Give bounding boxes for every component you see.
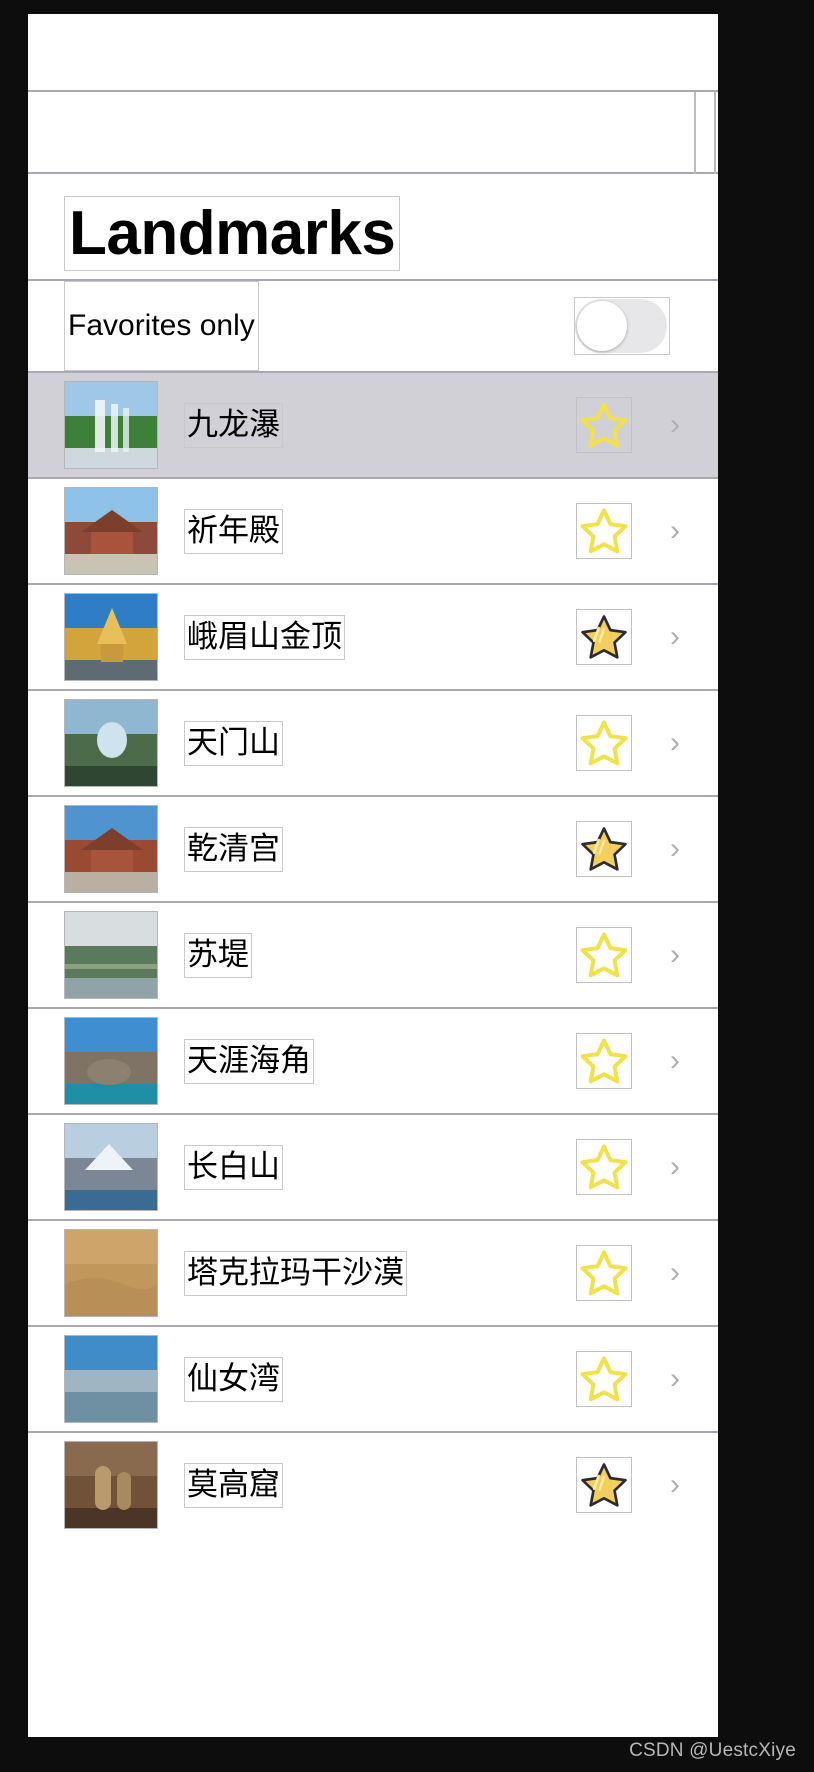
star-outline-icon[interactable]	[576, 1139, 632, 1196]
list-item[interactable]: 长白山 ›	[28, 1113, 718, 1220]
landmark-name: 仙女湾	[184, 1356, 283, 1402]
list-item[interactable]: 乾清宫 ›	[28, 795, 718, 902]
chevron-right-icon: ›	[670, 1150, 680, 1184]
landmark-name: 莫高窟	[184, 1462, 283, 1508]
landmark-name: 祈年殿	[184, 508, 283, 554]
star-outline-icon[interactable]	[576, 927, 632, 984]
star-outline-icon[interactable]	[576, 715, 632, 772]
list-item[interactable]: 塔克拉玛干沙漠 ›	[28, 1219, 718, 1326]
star-outline-icon[interactable]	[576, 397, 632, 454]
landmark-thumbnail	[64, 1017, 158, 1106]
landmark-thumbnail	[64, 593, 158, 682]
landmark-thumbnail	[64, 381, 158, 470]
landmark-thumbnail	[64, 699, 158, 788]
toggle-track	[575, 299, 667, 354]
star-outline-icon[interactable]	[576, 1245, 632, 1302]
page-title: Landmarks	[64, 196, 401, 272]
list-item[interactable]: 天涯海角 ›	[28, 1007, 718, 1114]
status-bar	[28, 14, 718, 92]
scroll-indicator[interactable]	[714, 92, 716, 174]
star-outline-icon[interactable]	[576, 1033, 632, 1090]
favorites-only-label: Favorites only	[64, 281, 259, 372]
app-window: Landmarks Favorites only 九龙瀑 › 祈年殿 › 峨眉山金顶 › 天…	[28, 14, 718, 1737]
landmark-thumbnail	[64, 1441, 158, 1530]
list-item[interactable]: 九龙瀑 ›	[28, 371, 718, 478]
landmark-name: 乾清宫	[184, 826, 283, 872]
navigation-bar	[28, 92, 718, 174]
chevron-right-icon: ›	[670, 1044, 680, 1078]
list-item[interactable]: 天门山 ›	[28, 689, 718, 796]
chevron-right-icon: ›	[670, 832, 680, 866]
landmark-thumbnail	[64, 1335, 158, 1424]
landmark-name: 峨眉山金顶	[184, 614, 345, 660]
landmark-name: 天门山	[184, 720, 283, 766]
landmark-thumbnail	[64, 1229, 158, 1318]
landmark-name: 苏堤	[184, 932, 252, 978]
landmark-name: 长白山	[184, 1144, 283, 1190]
landmark-thumbnail	[64, 911, 158, 1000]
list-item[interactable]: 祈年殿 ›	[28, 477, 718, 584]
nav-bar-divider	[694, 92, 696, 174]
list-item[interactable]: 莫高窟 ›	[28, 1431, 718, 1538]
list-item[interactable]: 仙女湾 ›	[28, 1325, 718, 1432]
chevron-right-icon: ›	[670, 1256, 680, 1290]
list-item[interactable]: 苏堤 ›	[28, 901, 718, 1008]
list-item[interactable]: 峨眉山金顶 ›	[28, 583, 718, 690]
favorites-only-toggle[interactable]	[574, 297, 670, 356]
favorites-filter-row[interactable]: Favorites only	[28, 279, 718, 372]
chevron-right-icon: ›	[670, 620, 680, 654]
star-outline-icon[interactable]	[576, 1351, 632, 1408]
landmark-thumbnail	[64, 487, 158, 576]
chevron-right-icon: ›	[670, 938, 680, 972]
toggle-knob	[577, 301, 627, 352]
star-filled-icon[interactable]	[576, 1457, 632, 1514]
landmark-thumbnail	[64, 1123, 158, 1212]
chevron-right-icon: ›	[670, 408, 680, 442]
landmark-name: 天涯海角	[184, 1038, 314, 1084]
star-filled-icon[interactable]	[576, 821, 632, 878]
chevron-right-icon: ›	[670, 726, 680, 760]
watermark: CSDN @UestcXiye	[629, 1740, 796, 1761]
star-outline-icon[interactable]	[576, 503, 632, 560]
chevron-right-icon: ›	[670, 514, 680, 548]
landmark-name: 塔克拉玛干沙漠	[184, 1250, 407, 1296]
landmark-list[interactable]: 九龙瀑 › 祈年殿 › 峨眉山金顶 › 天门山 › 乾清宫 › 苏堤 › 天涯海角 › 长白山 › 塔克拉玛干沙…	[28, 371, 718, 1538]
landmark-name: 九龙瀑	[184, 402, 283, 448]
screenshot-root: Landmarks Favorites only 九龙瀑 › 祈年殿 › 峨眉山金顶 › 天…	[0, 0, 814, 1772]
chevron-right-icon: ›	[670, 1362, 680, 1396]
page-title-container: Landmarks	[28, 174, 718, 280]
star-filled-icon[interactable]	[576, 609, 632, 666]
landmark-thumbnail	[64, 805, 158, 894]
chevron-right-icon: ›	[670, 1468, 680, 1502]
